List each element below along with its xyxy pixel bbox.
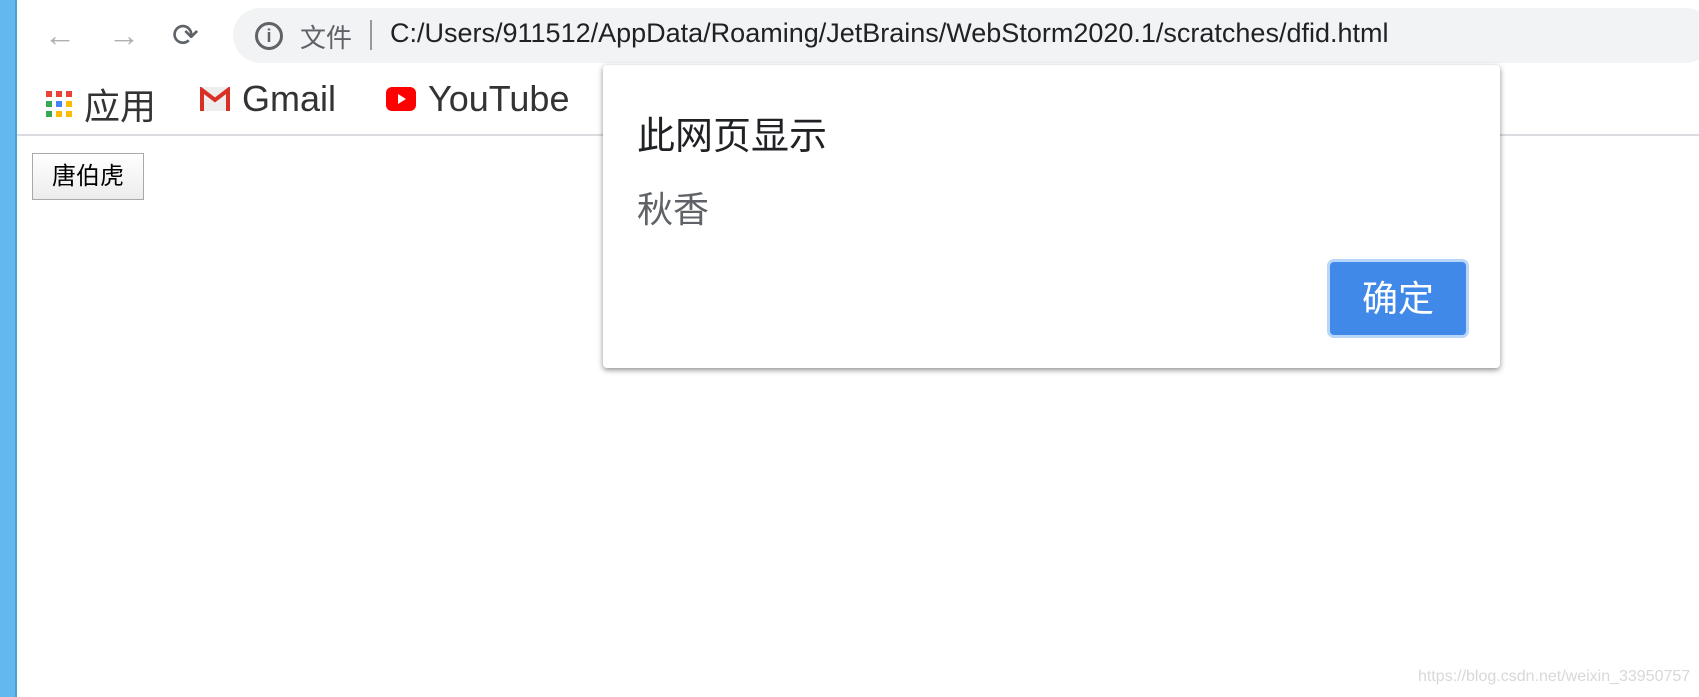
tang-bohu-button[interactable]: 唐伯虎 — [32, 153, 144, 200]
bookmark-label: Gmail — [242, 78, 337, 119]
info-icon[interactable]: i — [255, 22, 283, 50]
address-prefix: 文件 — [300, 23, 353, 53]
bookmark-gmail[interactable]: Gmail — [200, 78, 336, 120]
youtube-icon — [386, 87, 416, 111]
alert-message: 秋香 — [637, 189, 710, 230]
address-separator — [370, 20, 372, 50]
alert-title: 此网页显示 — [637, 116, 828, 158]
url-text[interactable]: C:/Users/911512/AppData/Roaming/JetBrain… — [390, 18, 1389, 49]
apps-grid-icon — [46, 91, 72, 117]
alert-dialog: 此网页显示 秋香 确定 — [603, 65, 1500, 368]
back-icon[interactable]: ← — [44, 18, 76, 52]
bookmark-youtube[interactable]: YouTube — [386, 78, 569, 120]
bookmark-apps[interactable]: 应用 — [46, 78, 156, 130]
reload-icon[interactable]: ⟳ — [172, 18, 199, 52]
watermark: https://blog.csdn.net/weixin_33950757 — [1418, 668, 1691, 685]
desktop-edge — [0, 0, 17, 697]
forward-icon[interactable]: → — [108, 18, 140, 52]
bookmark-label: YouTube — [428, 78, 570, 119]
gmail-icon — [200, 87, 230, 111]
bookmark-label: 应用 — [84, 86, 157, 127]
ok-button[interactable]: 确定 — [1327, 259, 1469, 338]
